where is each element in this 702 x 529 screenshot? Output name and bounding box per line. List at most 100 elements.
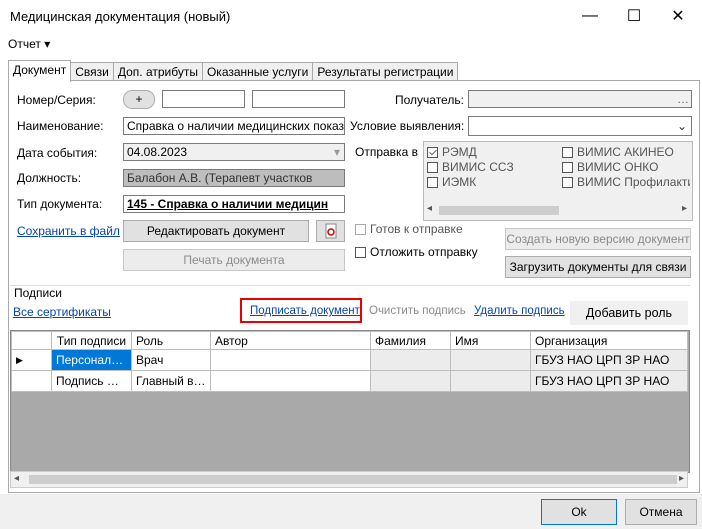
- cell-surname[interactable]: [370, 370, 451, 392]
- checkbox-vimis-akineo[interactable]: [562, 147, 573, 159]
- close-button[interactable]: ✕: [656, 0, 700, 32]
- send-targets-scrollbar[interactable]: ◂ ▸: [424, 203, 690, 218]
- checkbox-iemk[interactable]: [427, 177, 438, 189]
- position-value: Балабон А.В. (Терапевт участков: [127, 171, 313, 185]
- add-role-button[interactable]: Добавить роль: [570, 301, 688, 325]
- grid-scroll-left-icon[interactable]: ◂: [14, 473, 19, 484]
- cell-type[interactable]: Подпись ме...: [51, 370, 132, 392]
- grid-scroll-right-icon[interactable]: ▸: [679, 473, 684, 484]
- save-file-link[interactable]: Сохранить в файл: [17, 224, 120, 238]
- send-target-vimis-onko[interactable]: ВИМИС ОНКО: [562, 160, 658, 174]
- checkbox-ready[interactable]: [355, 224, 366, 236]
- send-target-vimis-ssz[interactable]: ВИМИС ССЗ: [427, 160, 514, 174]
- cell-type[interactable]: Персональн...: [51, 349, 132, 371]
- chevron-down-icon[interactable]: ⌄: [677, 118, 687, 134]
- cell-name[interactable]: [450, 370, 531, 392]
- all-certificates-link[interactable]: Все сертификаты: [13, 305, 111, 319]
- checkbox-postpone[interactable]: [355, 247, 366, 259]
- recipient-label: Получатель:: [395, 93, 464, 107]
- tab-document[interactable]: Документ: [8, 60, 72, 82]
- checkbox-vimis-onko[interactable]: [562, 162, 573, 174]
- column-header-role[interactable]: Роль: [131, 331, 211, 350]
- cell-author[interactable]: [210, 370, 371, 392]
- column-header-type[interactable]: Тип подписи: [51, 331, 132, 350]
- send-target-vimis-akineo[interactable]: ВИМИС АКИНЕО: [562, 145, 674, 159]
- send-target-iemk[interactable]: ИЭМК: [427, 175, 476, 189]
- scroll-right-icon[interactable]: ▸: [682, 203, 687, 214]
- print-document-button[interactable]: Печать документа: [123, 249, 345, 271]
- checkbox-vimis-prof[interactable]: [562, 177, 573, 189]
- name-input[interactable]: Справка о наличии медицинских показани: [123, 117, 345, 135]
- minimize-button[interactable]: —: [568, 0, 612, 32]
- send-label: Отправка в: [355, 145, 418, 159]
- window-title: Медицинская документация (новый): [10, 9, 231, 24]
- column-header-organization[interactable]: Организация: [530, 331, 688, 350]
- send-targets-list: РЭМД ВИМИС ССЗ ИЭМК ВИМИС АКИНЕО ВИМИС О…: [423, 141, 693, 221]
- edit-document-button[interactable]: Редактировать документ: [123, 220, 309, 242]
- series-input[interactable]: [252, 90, 345, 108]
- delete-signature-link[interactable]: Удалить подпись: [474, 305, 565, 317]
- menu-report[interactable]: Отчет ▾: [8, 37, 50, 51]
- tab-extra-attributes[interactable]: Доп. атрибуты: [112, 62, 203, 82]
- maximize-button[interactable]: ☐: [612, 0, 656, 32]
- checkbox-remd[interactable]: [427, 147, 438, 159]
- sign-document-link[interactable]: Подписать документ: [250, 305, 360, 317]
- table-row[interactable]: ▶ Персональн... Врач ГБУЗ НАО ЦРП ЗР НАО: [11, 349, 688, 371]
- cell-role[interactable]: Главный врач: [131, 370, 211, 392]
- recipient-input[interactable]: …: [468, 90, 692, 108]
- position-input[interactable]: Балабон А.В. (Терапевт участков: [123, 169, 345, 187]
- checkbox-vimis-ssz[interactable]: [427, 162, 438, 174]
- row-header-corner: [11, 331, 52, 350]
- cell-organization[interactable]: ГБУЗ НАО ЦРП ЗР НАО: [530, 370, 688, 392]
- tab-services[interactable]: Оказанные услуги: [201, 62, 314, 82]
- signatures-grid: Тип подписи Роль Автор Фамилия Имя Орган…: [10, 330, 690, 473]
- doctype-value: 145 - Справка о наличии медицин: [127, 197, 329, 211]
- event-date-value: 04.08.2023: [127, 145, 188, 159]
- column-header-name[interactable]: Имя: [450, 331, 531, 350]
- doctype-label: Тип документа:: [17, 197, 103, 211]
- tab-registration-results[interactable]: Результаты регистрации: [312, 62, 459, 82]
- table-header-row: Тип подписи Роль Автор Фамилия Имя Орган…: [11, 331, 688, 350]
- postpone-send-checkbox[interactable]: Отложить отправку: [355, 245, 478, 259]
- cell-role[interactable]: Врач: [131, 349, 211, 371]
- scroll-thumb[interactable]: [439, 206, 559, 215]
- row-selector-marker[interactable]: ▶: [11, 349, 52, 371]
- signatures-label: Подписи: [14, 286, 65, 300]
- ready-to-send-checkbox[interactable]: Готов к отправке: [355, 222, 463, 236]
- grid-scroll-thumb[interactable]: [29, 475, 677, 484]
- row-selector-marker[interactable]: [11, 370, 52, 392]
- clear-signature-link[interactable]: Очистить подпись: [369, 305, 466, 317]
- position-label: Должность:: [17, 171, 82, 185]
- signatures-divider: [10, 285, 690, 286]
- doctype-input[interactable]: 145 - Справка о наличии медицин: [123, 195, 345, 213]
- ok-button[interactable]: Ok: [541, 499, 617, 525]
- event-date-input[interactable]: 04.08.2023 ▾: [123, 143, 345, 161]
- column-header-surname[interactable]: Фамилия: [370, 331, 451, 350]
- upload-documents-button[interactable]: Загрузить документы для связи: [505, 256, 691, 278]
- send-target-vimis-prof[interactable]: ВИМИС Профилактик: [562, 175, 690, 189]
- condition-select[interactable]: ⌄: [468, 116, 692, 136]
- cell-surname[interactable]: [370, 349, 451, 371]
- cell-name[interactable]: [450, 349, 531, 371]
- number-label: Номер/Серия:: [17, 93, 96, 107]
- cell-organization[interactable]: ГБУЗ НАО ЦРП ЗР НАО: [530, 349, 688, 371]
- column-header-author[interactable]: Автор: [210, 331, 371, 350]
- ellipsis-icon[interactable]: …: [677, 91, 689, 107]
- number-input[interactable]: [162, 90, 245, 108]
- cancel-button[interactable]: Отмена: [625, 499, 697, 525]
- send-target-remd[interactable]: РЭМД: [427, 145, 477, 159]
- signatures-table: Тип подписи Роль Автор Фамилия Имя Орган…: [11, 331, 688, 392]
- cell-author[interactable]: [210, 349, 371, 371]
- add-number-button[interactable]: +: [123, 90, 155, 109]
- tab-strip: Документ Связи Доп. атрибуты Оказанные у…: [8, 60, 459, 82]
- calendar-dropdown-icon[interactable]: ▾: [334, 144, 340, 160]
- create-new-version-button[interactable]: Создать новую версию документ: [505, 228, 691, 250]
- name-label: Наименование:: [17, 119, 104, 133]
- scroll-left-icon[interactable]: ◂: [427, 203, 432, 214]
- grid-horizontal-scrollbar[interactable]: ◂ ▸: [10, 471, 688, 488]
- pdf-export-button[interactable]: [316, 220, 345, 242]
- tab-links[interactable]: Связи: [70, 62, 114, 82]
- table-row[interactable]: Подпись ме... Главный врач ГБУЗ НАО ЦРП …: [11, 370, 688, 392]
- pdf-icon: [325, 223, 336, 239]
- event-date-label: Дата события:: [17, 146, 98, 160]
